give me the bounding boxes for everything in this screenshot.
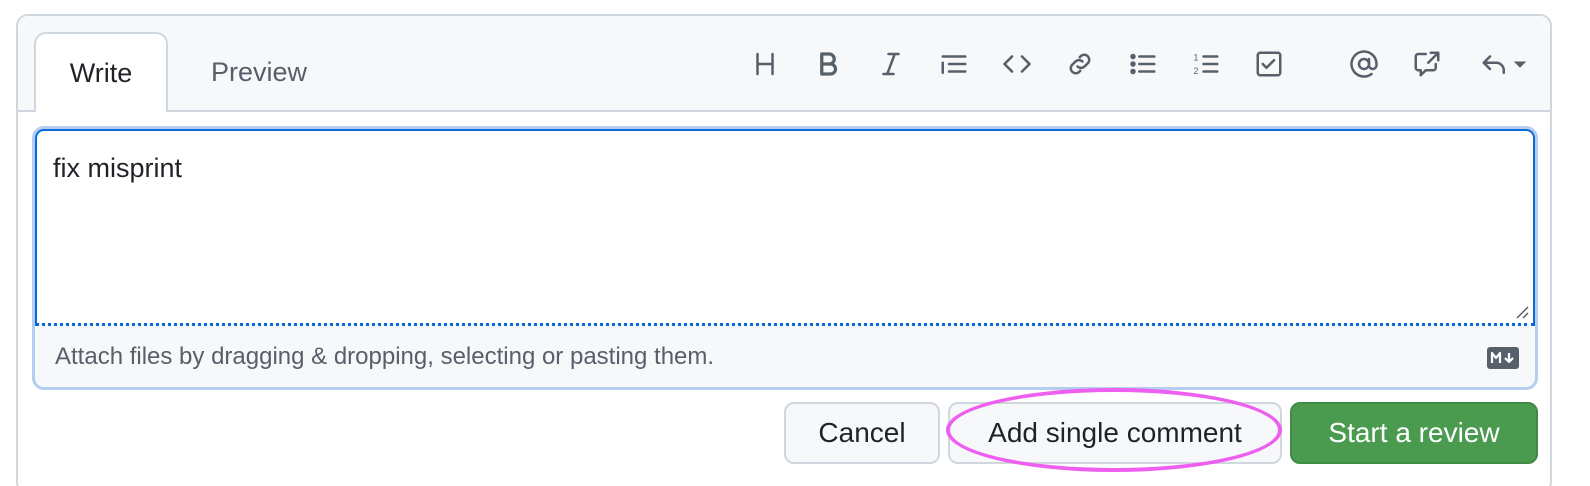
resize-handle-icon[interactable] (1515, 305, 1529, 319)
svg-text:1: 1 (1194, 52, 1199, 62)
task-list-icon[interactable] (1249, 44, 1289, 84)
drop-zone-divider (35, 323, 1535, 326)
add-single-comment-button[interactable]: Add single comment (948, 402, 1282, 464)
markdown-icon[interactable] (1487, 347, 1519, 369)
start-review-button[interactable]: Start a review (1290, 402, 1538, 464)
comment-textarea[interactable]: fix misprint (35, 129, 1535, 323)
heading-icon[interactable] (745, 44, 785, 84)
comment-form: Write Preview 12 fix misprint Attach fil… (16, 14, 1552, 486)
tab-preview[interactable]: Preview (184, 32, 334, 112)
tab-write[interactable]: Write (34, 32, 168, 112)
cancel-button[interactable]: Cancel (784, 402, 940, 464)
bulleted-list-icon[interactable] (1123, 44, 1163, 84)
bold-icon[interactable] (808, 44, 848, 84)
svg-text:2: 2 (1194, 66, 1199, 76)
comment-header: Write Preview 12 (18, 16, 1550, 112)
mention-icon[interactable] (1344, 44, 1384, 84)
attach-files-hint[interactable]: Attach files by dragging & dropping, sel… (55, 343, 714, 371)
comment-editor: fix misprint Attach files by dragging & … (32, 126, 1538, 390)
reference-icon[interactable] (1407, 44, 1447, 84)
quote-icon[interactable] (934, 44, 974, 84)
link-icon[interactable] (1060, 44, 1100, 84)
italic-icon[interactable] (871, 44, 911, 84)
code-icon[interactable] (997, 44, 1037, 84)
saved-replies-icon[interactable] (1470, 44, 1540, 84)
numbered-list-icon[interactable]: 12 (1186, 44, 1226, 84)
